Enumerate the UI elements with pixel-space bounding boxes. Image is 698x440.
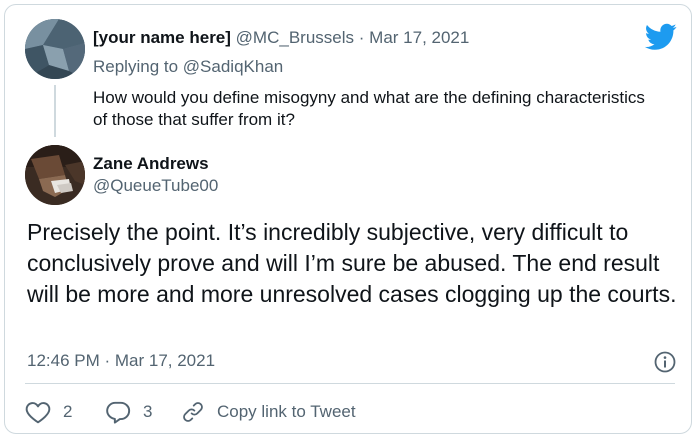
replying-to-line: Replying to @SadiqKhan bbox=[93, 56, 283, 78]
reply-count: 3 bbox=[143, 402, 153, 421]
thread-connector-line bbox=[54, 85, 56, 137]
author-display-name[interactable]: Zane Andrews bbox=[93, 153, 209, 175]
like-count: 2 bbox=[63, 402, 73, 421]
quoted-separator: · bbox=[358, 28, 365, 47]
replying-to-handle[interactable]: @SadiqKhan bbox=[183, 57, 283, 76]
copy-link-button[interactable]: Copy link to Tweet bbox=[181, 399, 356, 425]
info-icon[interactable] bbox=[653, 350, 677, 374]
twitter-bird-icon[interactable] bbox=[644, 23, 677, 51]
heart-icon bbox=[25, 400, 51, 424]
tweet-text: Precisely the point. It’s incredibly sub… bbox=[27, 219, 677, 307]
like-button[interactable]: 2 bbox=[25, 399, 72, 425]
quoted-tweet-header: [your name here] @MC_Brussels · Mar 17, … bbox=[93, 27, 469, 49]
replying-to-label: Replying to bbox=[93, 57, 179, 76]
avatar[interactable] bbox=[25, 19, 85, 79]
divider bbox=[25, 383, 675, 384]
tweet-timestamp[interactable]: 12:46 PM · Mar 17, 2021 bbox=[27, 350, 215, 372]
quoted-date[interactable]: Mar 17, 2021 bbox=[369, 28, 469, 47]
author-handle[interactable]: @QueueTube00 bbox=[93, 175, 218, 197]
quoted-display-name[interactable]: [your name here] bbox=[93, 28, 231, 47]
quoted-tweet-text: How would you define misogyny and what a… bbox=[93, 88, 645, 129]
reply-bubble-icon bbox=[105, 400, 131, 424]
quoted-handle[interactable]: @MC_Brussels bbox=[236, 28, 354, 47]
embedded-tweet-card: [your name here] @MC_Brussels · Mar 17, … bbox=[4, 4, 692, 434]
avatar[interactable] bbox=[25, 145, 85, 205]
reply-button[interactable]: 3 bbox=[105, 399, 152, 425]
copy-link-label: Copy link to Tweet bbox=[217, 402, 356, 421]
link-icon bbox=[181, 400, 205, 424]
